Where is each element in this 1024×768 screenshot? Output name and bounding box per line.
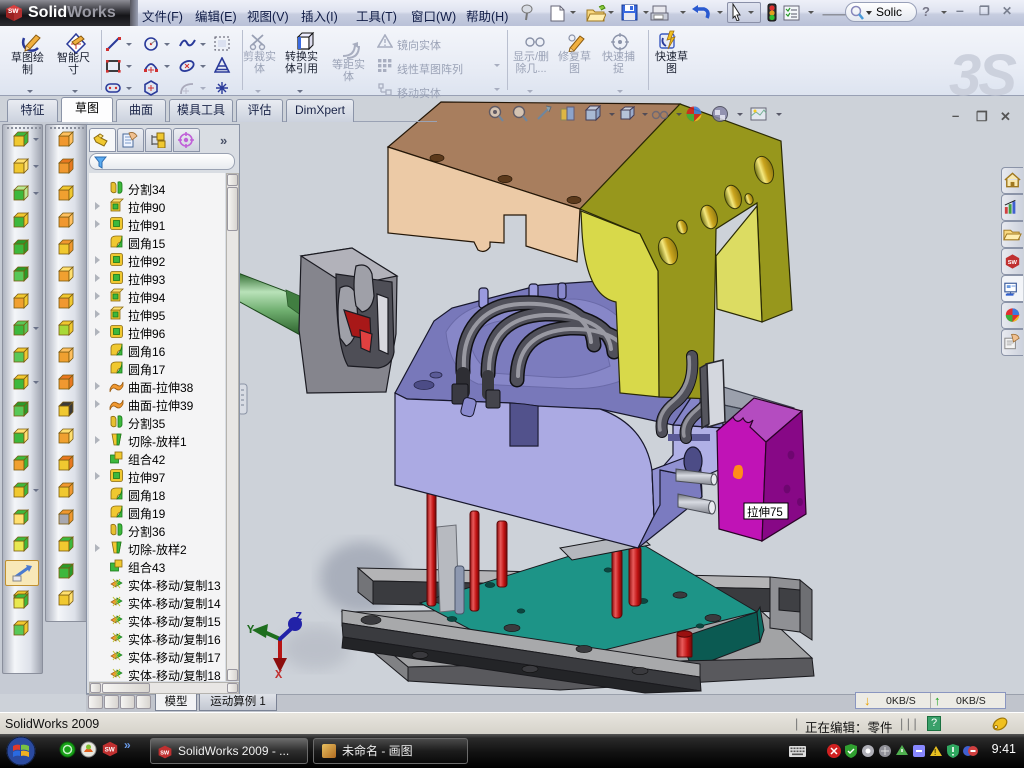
svg-text:SW: SW <box>8 8 19 15</box>
svg-text:Y: Y <box>247 623 255 637</box>
svg-text:X: X <box>275 668 283 682</box>
svg-text:拉伸75: 拉伸75 <box>747 505 783 519</box>
svg-text:SW: SW <box>160 750 170 756</box>
svg-text:Z: Z <box>295 610 302 624</box>
